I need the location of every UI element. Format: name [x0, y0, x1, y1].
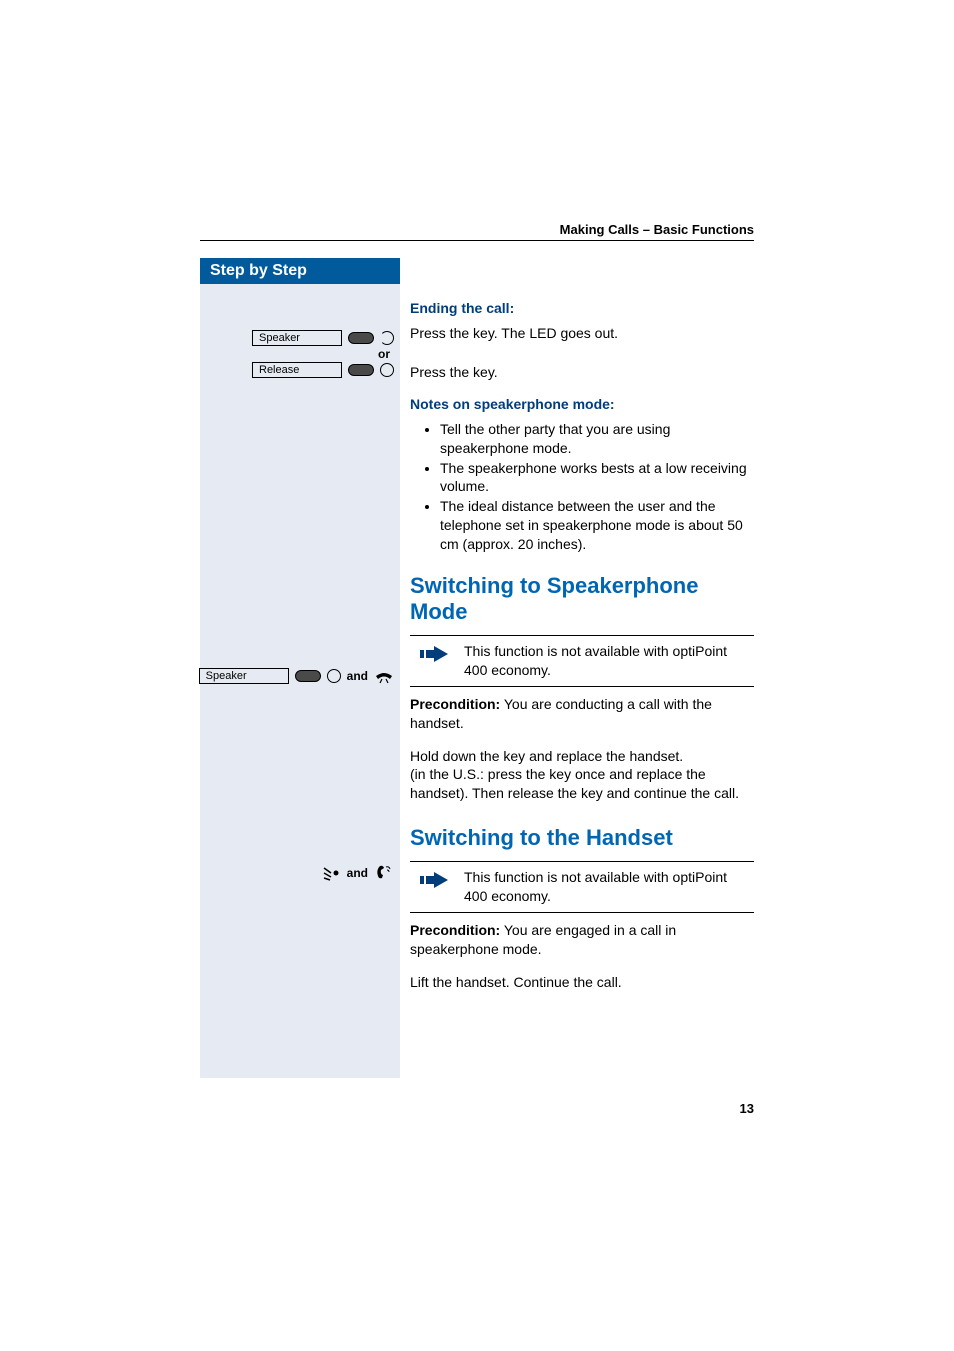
key-box-release: Release: [252, 362, 342, 378]
key-box-speaker: Speaker: [199, 668, 289, 684]
info-box-1: This function is not available with opti…: [410, 635, 754, 687]
info-arrow-icon: [420, 644, 450, 664]
and-label-2: and: [347, 866, 368, 880]
main-content: Ending the call: Press the key. The LED …: [410, 258, 754, 992]
info-text-1: This function is not available with opti…: [464, 642, 754, 680]
precondition-2: Precondition: You are engaged in a call …: [410, 921, 754, 959]
info-text-2: This function is not available with opti…: [464, 868, 754, 906]
lift-handset-icon: [374, 864, 394, 882]
key-row-lift-handset: and: [200, 864, 400, 882]
motion-lines-icon: [321, 865, 341, 881]
section-speakerphone-heading: Switching to Speakerphone Mode: [410, 573, 754, 625]
key-box-speaker: Speaker: [252, 330, 342, 346]
info-box-2: This function is not available with opti…: [410, 861, 754, 913]
sidebar-title: Step by Step: [200, 258, 400, 284]
key-pill-icon: [348, 332, 374, 344]
notes-heading: Notes on speakerphone mode:: [410, 396, 754, 412]
info-arrow-icon: [420, 870, 450, 890]
ending-text-1: Press the key. The LED goes out.: [410, 324, 754, 343]
key-row-speaker-2: Speaker and: [200, 668, 400, 684]
precondition-label: Precondition:: [410, 696, 500, 712]
ending-text-2: Press the key.: [410, 363, 754, 382]
notes-list: Tell the other party that you are using …: [410, 420, 754, 555]
or-label: or: [200, 347, 400, 361]
key-row-speaker-1: Speaker: [200, 330, 400, 346]
note-item: The speakerphone works bests at a low re…: [440, 459, 754, 497]
precondition-1: Precondition: You are conducting a call …: [410, 695, 754, 733]
note-item: Tell the other party that you are using …: [440, 420, 754, 458]
led-off-icon: [380, 331, 394, 345]
hang-up-handset-icon: [374, 668, 394, 684]
precondition-label: Precondition:: [410, 922, 500, 938]
ending-call-heading: Ending the call:: [410, 300, 754, 316]
led-icon: [380, 363, 394, 377]
running-header: Making Calls – Basic Functions: [560, 222, 754, 237]
sidebar: Step by Step Speaker or Release Speaker …: [200, 258, 400, 1078]
note-item: The ideal distance between the user and …: [440, 497, 754, 554]
section1-body: Hold down the key and replace the handse…: [410, 747, 754, 804]
led-icon: [327, 669, 341, 683]
section-handset-heading: Switching to the Handset: [410, 825, 754, 851]
key-pill-icon: [295, 670, 321, 682]
header-rule: [200, 240, 754, 241]
and-label-1: and: [347, 669, 368, 683]
section2-body: Lift the handset. Continue the call.: [410, 973, 754, 992]
key-pill-icon: [348, 364, 374, 376]
key-row-release: Release: [200, 362, 400, 378]
page-number: 13: [740, 1101, 754, 1116]
